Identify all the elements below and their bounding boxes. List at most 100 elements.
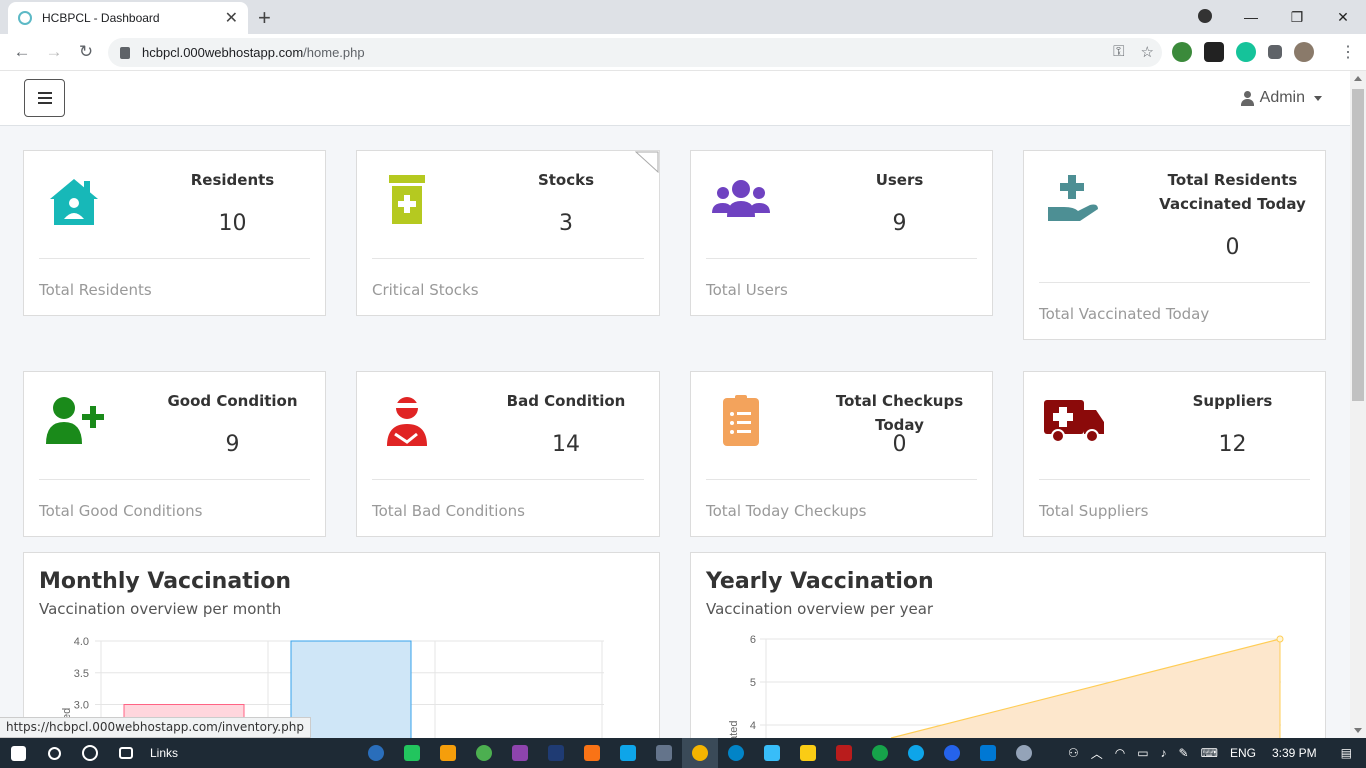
bookmark-star-icon[interactable]: ☆ [1141, 43, 1154, 61]
card-title: Suppliers [1192, 392, 1273, 410]
grammarly-icon[interactable] [1236, 42, 1256, 62]
chevron-up-icon[interactable]: ︿ [1091, 745, 1103, 762]
extensions-puzzle-icon[interactable] [1268, 45, 1282, 59]
user-injured-icon [387, 397, 427, 446]
app-icon-5[interactable] [646, 738, 682, 768]
user-icon [1240, 90, 1254, 106]
scroll-up-icon[interactable] [1354, 76, 1362, 81]
app-icon-3[interactable] [466, 738, 502, 768]
extension-globe-icon[interactable] [1172, 42, 1192, 62]
card-divider [39, 258, 310, 259]
app-icon-10[interactable] [1006, 738, 1042, 768]
notifications-icon[interactable]: ▤ [1341, 746, 1352, 760]
browser-tabbar: HCBPCL - Dashboard ✕ + — ❐ ✕ [0, 0, 1366, 34]
tab-close-icon[interactable]: ✕ [225, 8, 238, 28]
card-divider [372, 479, 644, 480]
links-toolbar[interactable]: Links [150, 746, 178, 760]
back-arrow-icon[interactable]: ← [6, 42, 38, 62]
visual-studio-icon[interactable] [502, 738, 538, 768]
card-vaccinated-today[interactable]: Total Residents Vaccinated Today 0 Total… [1023, 150, 1326, 340]
chrome-icon[interactable] [682, 738, 719, 768]
card-title: Users [875, 171, 924, 189]
card-value: 9 [225, 432, 240, 457]
menu-toggle-button[interactable] [24, 79, 65, 117]
start-button[interactable] [0, 738, 36, 768]
y-tick-label: 4 [750, 720, 756, 732]
close-window-button[interactable]: ✕ [1320, 9, 1366, 26]
minimize-button[interactable]: — [1228, 9, 1274, 25]
scroll-thumb[interactable] [1352, 89, 1364, 401]
url-input[interactable]: hcbpcl.000webhostapp.com/home.php ⚿ ☆ [108, 38, 1162, 67]
app-icon-6[interactable] [718, 738, 754, 768]
app-icon-9[interactable] [934, 738, 970, 768]
card-divider [372, 258, 644, 259]
card-divider [39, 479, 310, 480]
admin-dropdown[interactable]: Admin [1240, 89, 1322, 107]
app-icon-2[interactable] [394, 738, 430, 768]
pen-icon[interactable]: ✎ [1179, 746, 1189, 760]
key-icon[interactable]: ⚿ [1113, 43, 1124, 61]
people-icon[interactable]: ⚇ [1068, 746, 1079, 760]
y-tick-label: 3.5 [74, 668, 89, 680]
app-icon-4[interactable] [610, 738, 646, 768]
file-explorer-icon[interactable] [790, 738, 826, 768]
app-icon-7[interactable] [754, 738, 790, 768]
clock[interactable]: 3:39 PM [1272, 746, 1317, 760]
card-title: Total Residents Vaccinated Today [1159, 171, 1306, 213]
yearly-chart: 6 5 4 nated [728, 634, 1284, 738]
app-icon-8[interactable] [862, 738, 898, 768]
panel-title: Monthly Vaccination [39, 569, 292, 594]
xampp-icon[interactable] [574, 738, 610, 768]
vscode-icon[interactable] [970, 738, 1006, 768]
keyboard-icon[interactable]: ⌨ [1201, 746, 1218, 760]
panel-title: Yearly Vaccination [706, 569, 934, 594]
card-value: 0 [892, 432, 907, 457]
card-value: 14 [552, 432, 580, 457]
restore-button[interactable]: ❐ [1274, 9, 1320, 26]
card-suppliers[interactable]: Suppliers 12 Total Suppliers [1023, 371, 1326, 537]
y-tick-label: 5 [750, 677, 756, 689]
task-view-icon[interactable] [108, 738, 144, 768]
card-good-condition[interactable]: Good Condition 9 Total Good Conditions [23, 371, 326, 537]
card-title: Stocks [537, 171, 595, 189]
page-fold-icon [635, 151, 659, 173]
new-tab-button[interactable]: + [258, 5, 271, 31]
card-bad-condition[interactable]: Bad Condition 14 Total Bad Conditions [356, 371, 660, 537]
tab-title: HCBPCL - Dashboard [42, 11, 160, 25]
card-footer: Critical Stocks [372, 281, 479, 299]
photoshop-icon[interactable] [538, 738, 574, 768]
tab-search-icon[interactable] [1182, 8, 1228, 26]
search-icon[interactable] [36, 738, 72, 768]
extension-tab-icon[interactable] [1204, 42, 1224, 62]
card-value: 9 [892, 211, 907, 236]
site-favicon-icon [18, 11, 32, 25]
winrar-icon[interactable] [826, 738, 862, 768]
sublime-icon[interactable] [430, 738, 466, 768]
y-axis-label: nated [728, 720, 740, 738]
top-navbar: Admin [0, 71, 1350, 126]
language-indicator[interactable]: ENG [1230, 746, 1256, 760]
page-scrollbar[interactable] [1350, 71, 1366, 738]
browser-menu-icon[interactable]: ⋮ [1340, 42, 1356, 62]
edge-icon[interactable] [898, 738, 934, 768]
forward-arrow-icon[interactable]: → [38, 42, 70, 62]
volume-icon[interactable]: ♪ [1161, 746, 1167, 760]
profile-avatar-icon[interactable] [1294, 42, 1314, 62]
card-users[interactable]: Users 9 Total Users [690, 150, 993, 316]
card-stocks[interactable]: Stocks 3 Critical Stocks [356, 150, 660, 316]
admin-label: Admin [1259, 89, 1305, 106]
cortana-icon[interactable] [72, 738, 108, 768]
card-title: Total Checkups Today [835, 392, 964, 434]
reload-icon[interactable]: ↻ [70, 42, 102, 62]
card-footer: Total Good Conditions [39, 502, 203, 520]
status-url-bubble: https://hcbpcl.000webhostapp.com/invento… [0, 717, 311, 738]
app-icon-1[interactable] [358, 738, 394, 768]
browser-tab[interactable]: HCBPCL - Dashboard ✕ [8, 2, 248, 34]
card-residents[interactable]: Residents 10 Total Residents [23, 150, 326, 316]
battery-icon[interactable]: ▭ [1137, 746, 1148, 760]
network-icon[interactable]: ◠ [1115, 746, 1125, 760]
hand-holding-medical-icon [1048, 175, 1098, 221]
card-divider [706, 479, 977, 480]
card-checkups-today[interactable]: Total Checkups Today 0 Total Today Check… [690, 371, 993, 537]
scroll-down-icon[interactable] [1354, 728, 1362, 733]
